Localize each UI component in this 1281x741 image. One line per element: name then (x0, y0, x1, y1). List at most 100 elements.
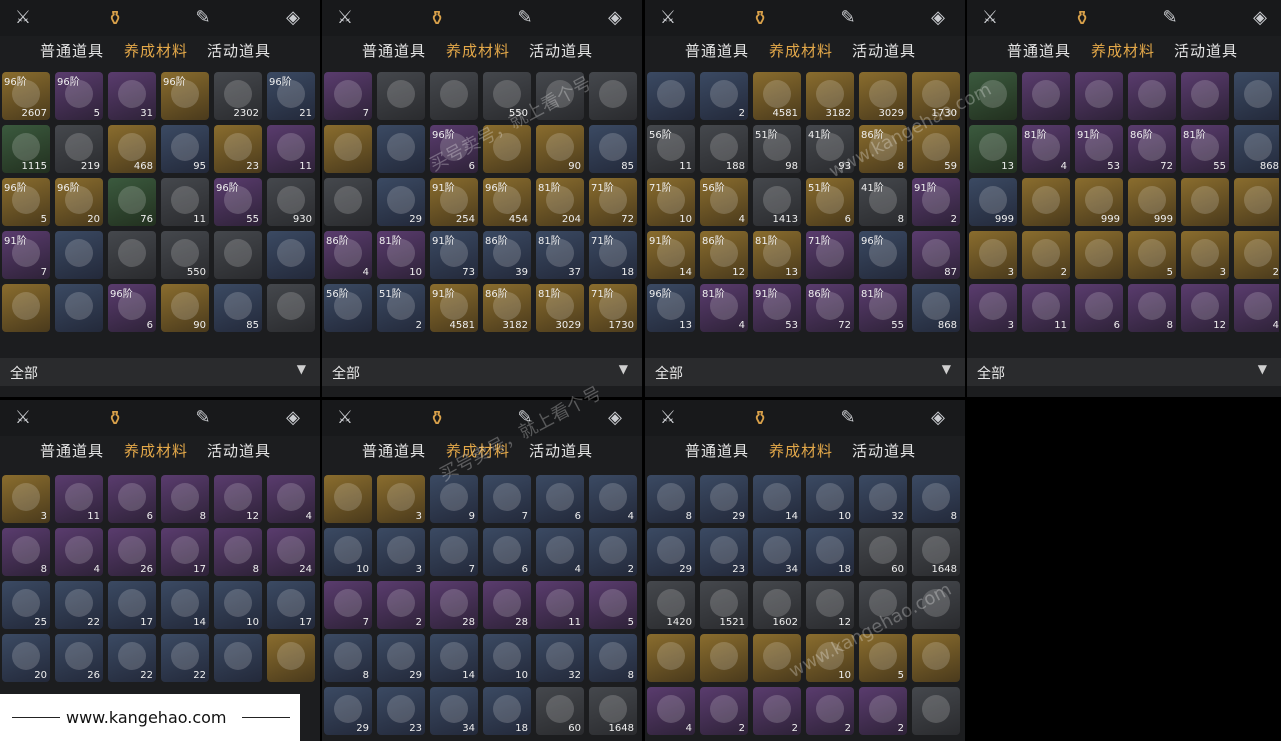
inventory-slot[interactable]: 96阶 2607 (2, 72, 50, 120)
inventory-slot[interactable]: 2 (753, 687, 801, 735)
inventory-slot[interactable]: 14 (161, 581, 209, 629)
inventory-slot[interactable]: 3 (377, 475, 425, 523)
inventory-slot[interactable] (1128, 72, 1176, 120)
inventory-slot[interactable]: 81阶 55 (1181, 125, 1229, 173)
inventory-slot[interactable]: 34 (753, 528, 801, 576)
inventory-slot[interactable]: 7 (324, 581, 372, 629)
inventory-slot[interactable]: 2 (377, 581, 425, 629)
gem-icon[interactable]: ◈ (1247, 6, 1273, 30)
swords-icon[interactable]: ⚔ (10, 6, 36, 30)
inventory-slot[interactable]: 2 (806, 687, 854, 735)
inventory-slot[interactable] (2, 284, 50, 332)
filter-dropdown[interactable]: 全部 ▼ (645, 358, 965, 386)
inventory-slot[interactable]: 96阶 5 (55, 72, 103, 120)
inventory-slot[interactable]: 999 (1075, 178, 1123, 226)
inventory-slot[interactable]: 81阶 3029 (536, 284, 584, 332)
inventory-slot[interactable]: 3 (377, 528, 425, 576)
swords-icon[interactable]: ⚔ (655, 6, 681, 30)
inventory-slot[interactable]: 10 (214, 581, 262, 629)
tab-event-items[interactable]: 活动道具 (207, 440, 271, 461)
gem-icon[interactable]: ◈ (925, 406, 951, 430)
inventory-slot[interactable]: 96阶 13 (647, 284, 695, 332)
inventory-slot[interactable]: 86阶 72 (806, 284, 854, 332)
gem-icon[interactable]: ◈ (280, 6, 306, 30)
inventory-slot[interactable]: 3182 (806, 72, 854, 120)
swords-icon[interactable]: ⚔ (332, 406, 358, 430)
inventory-slot[interactable]: 34 (430, 687, 478, 735)
tab-common-items[interactable]: 普通道具 (685, 40, 749, 61)
tab-cultivate-materials[interactable]: 养成材料 (124, 40, 188, 61)
inventory-slot[interactable]: 91阶 73 (430, 231, 478, 279)
inventory-slot[interactable]: 1648 (912, 528, 960, 576)
inventory-slot[interactable] (324, 178, 372, 226)
inventory-slot[interactable]: 999 (969, 178, 1017, 226)
inventory-slot[interactable]: 7 (324, 72, 372, 120)
inventory-slot[interactable]: 81阶 4 (1022, 125, 1070, 173)
inventory-slot[interactable]: 7 (430, 528, 478, 576)
tab-common-items[interactable]: 普通道具 (362, 440, 426, 461)
inventory-slot[interactable]: 3 (969, 284, 1017, 332)
inventory-slot[interactable] (267, 231, 315, 279)
inventory-slot[interactable]: 5 (1128, 231, 1176, 279)
inventory-slot[interactable]: 91阶 7 (2, 231, 50, 279)
inventory-slot[interactable]: 2 (1022, 231, 1070, 279)
tab-cultivate-materials[interactable]: 养成材料 (769, 40, 833, 61)
inventory-slot[interactable]: 29 (377, 178, 425, 226)
inventory-slot[interactable]: 24 (267, 528, 315, 576)
inventory-slot[interactable] (912, 687, 960, 735)
inventory-slot[interactable] (267, 284, 315, 332)
inventory-slot[interactable]: 86阶 39 (483, 231, 531, 279)
tab-common-items[interactable]: 普通道具 (40, 440, 104, 461)
inventory-slot[interactable]: 71阶 72 (589, 178, 637, 226)
inventory-slot[interactable]: 1602 (753, 581, 801, 629)
inventory-slot[interactable]: 868 (912, 284, 960, 332)
inventory-slot[interactable]: 90 (161, 284, 209, 332)
inventory-slot[interactable]: 11 (267, 125, 315, 173)
inventory-slot[interactable]: 6 (483, 528, 531, 576)
tab-common-items[interactable]: 普通道具 (362, 40, 426, 61)
scroll-icon[interactable]: ✎ (190, 6, 216, 30)
inventory-slot[interactable]: 32 (536, 634, 584, 682)
inventory-slot[interactable]: 71阶 10 (647, 178, 695, 226)
inventory-slot[interactable]: 26 (55, 634, 103, 682)
tab-cultivate-materials[interactable]: 养成材料 (769, 440, 833, 461)
inventory-slot[interactable]: 4 (1234, 284, 1279, 332)
inventory-slot[interactable]: 85 (589, 125, 637, 173)
inventory-slot[interactable]: 17 (267, 581, 315, 629)
inventory-slot[interactable]: 23 (700, 528, 748, 576)
inventory-slot[interactable]: 22 (108, 634, 156, 682)
inventory-slot[interactable]: 81阶 13 (753, 231, 801, 279)
inventory-slot[interactable]: 22 (55, 581, 103, 629)
inventory-slot[interactable]: 468 (108, 125, 156, 173)
inventory-slot[interactable]: 60 (536, 687, 584, 735)
inventory-slot[interactable]: 2 (859, 687, 907, 735)
inventory-slot[interactable]: 60 (859, 528, 907, 576)
tab-event-items[interactable]: 活动道具 (852, 40, 916, 61)
inventory-slot[interactable] (1075, 72, 1123, 120)
inventory-slot[interactable]: 930 (267, 178, 315, 226)
gem-icon[interactable]: ◈ (925, 6, 951, 30)
scroll-icon[interactable]: ✎ (190, 406, 216, 430)
inventory-slot[interactable]: 1115 (2, 125, 50, 173)
tab-event-items[interactable]: 活动道具 (852, 440, 916, 461)
inventory-slot[interactable]: 51阶 6 (806, 178, 854, 226)
inventory-slot[interactable]: 6 (1075, 284, 1123, 332)
inventory-slot[interactable] (377, 72, 425, 120)
inventory-slot[interactable] (1234, 72, 1279, 120)
inventory-slot[interactable]: 11 (161, 178, 209, 226)
inventory-slot[interactable]: 96阶 5 (2, 178, 50, 226)
inventory-slot[interactable]: 25 (2, 581, 50, 629)
inventory-slot[interactable]: 2 (1234, 231, 1279, 279)
inventory-slot[interactable]: 51阶 2 (377, 284, 425, 332)
gem-icon[interactable]: ◈ (280, 406, 306, 430)
inventory-slot[interactable]: 8 (647, 475, 695, 523)
inventory-slot[interactable] (267, 634, 315, 682)
inventory-slot[interactable] (108, 231, 156, 279)
tab-common-items[interactable]: 普通道具 (1007, 40, 1071, 61)
inventory-slot[interactable]: 86阶 12 (700, 231, 748, 279)
filter-dropdown[interactable]: 全部 ▼ (0, 358, 320, 386)
inventory-slot[interactable]: 91阶 14 (647, 231, 695, 279)
inventory-slot[interactable]: 96阶 6 (108, 284, 156, 332)
inventory-slot[interactable]: 13 (969, 125, 1017, 173)
inventory-slot[interactable]: 81阶 4 (700, 284, 748, 332)
